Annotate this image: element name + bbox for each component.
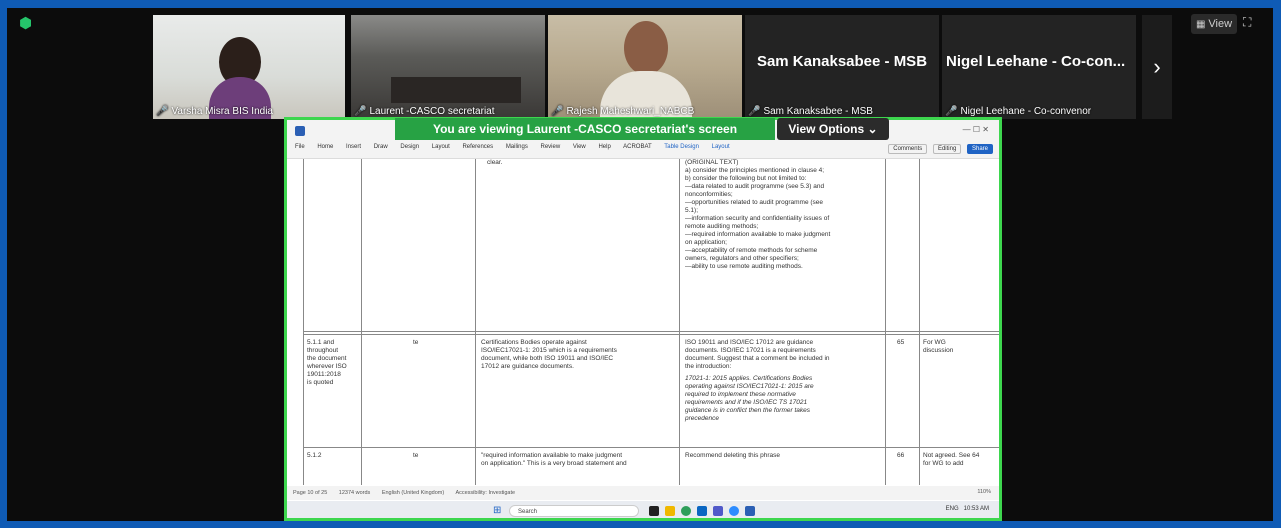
table-cell: Recommend deleting this phrase (685, 452, 781, 459)
muted-mic-icon: 🎤 (551, 106, 564, 117)
security-shield-icon[interactable]: ⬢ (19, 16, 33, 32)
table-cell: 66 (897, 452, 905, 459)
zoom-window: ⬢ ▦ View ⛶ 🎤 Varsha Misra BIS India 🎤 Laure… (7, 8, 1273, 521)
editing-button[interactable]: Editing (932, 144, 962, 154)
word-icon[interactable] (745, 506, 755, 516)
share-button[interactable]: Share (966, 144, 993, 154)
system-tray[interactable]: ENG 10:53 AM (946, 506, 989, 512)
table-cell: "required information available to make … (481, 452, 627, 467)
muted-mic-icon: 🎤 (354, 106, 367, 117)
table-border (303, 159, 304, 485)
grid-icon: ▦ (1195, 19, 1206, 30)
page-count: Page 10 of 25 (293, 490, 328, 496)
fullscreen-icon[interactable]: ⛶ (1243, 15, 1263, 33)
word-app-icon (295, 126, 305, 136)
muted-mic-icon: 🎤 (748, 106, 761, 117)
tab-table-design[interactable]: Table Design (664, 144, 699, 150)
table-cell: 65 (897, 339, 905, 346)
document-page[interactable]: clear. (ORIGINAL TEXT) a) consider the p… (287, 159, 999, 485)
tab-references[interactable]: References (462, 144, 493, 150)
shared-screen: — ☐ ✕ File Home Insert Draw Design Layou… (284, 117, 1002, 521)
tab-draw[interactable]: Draw (374, 144, 388, 150)
tab-file[interactable]: File (295, 144, 305, 150)
table-cell: te (413, 339, 419, 346)
table-cell: For WG discussion (923, 339, 954, 354)
zoom-level[interactable]: 110% (977, 489, 991, 495)
table-border (303, 331, 999, 332)
tab-table-layout[interactable]: Layout (712, 144, 730, 150)
tab-acrobat[interactable]: ACROBAT (623, 144, 652, 150)
tab-layout[interactable]: Layout (432, 144, 450, 150)
table-cell: Certifications Bodies operate against IS… (481, 339, 617, 370)
participant-video (624, 21, 668, 75)
participant-tile-3[interactable]: 🎤 Rajesh Maheshwari_NABCB (548, 15, 742, 119)
viewing-banner: You are viewing Laurent -CASCO secretari… (395, 118, 775, 140)
language[interactable]: English (United Kingdom) (382, 490, 444, 496)
chevron-down-icon: ⌄ (867, 122, 878, 136)
view-button[interactable]: ▦ View (1191, 14, 1237, 34)
table-border (919, 159, 920, 485)
table-border (361, 159, 362, 485)
task-view-icon[interactable] (649, 506, 659, 516)
teams-icon[interactable] (713, 506, 723, 516)
tab-insert[interactable]: Insert (346, 144, 361, 150)
table-border (679, 159, 680, 485)
participant-tile-1[interactable]: 🎤 Varsha Misra BIS India (153, 15, 345, 119)
word-count: 12374 words (338, 490, 371, 496)
tab-view[interactable]: View (573, 144, 586, 150)
table-border (885, 159, 886, 485)
ribbon-tabs: File Home Insert Draw Design Layout Refe… (295, 144, 741, 150)
window-controls-icon[interactable]: — ☐ ✕ (963, 125, 989, 134)
tab-review[interactable]: Review (541, 144, 561, 150)
participant-tile-5[interactable]: Nigel Leehane - Co-con... 🎤 Nigel Leehane… (942, 15, 1136, 119)
muted-mic-icon: 🎤 (945, 106, 958, 117)
table-border (303, 334, 999, 335)
table-cell: te (413, 452, 419, 459)
table-cell: Not agreed. See 64 for WG to add (923, 452, 980, 467)
view-options-button[interactable]: View Options ⌄ (777, 118, 889, 140)
participant-name: Sam Kanaksabee - MSB (756, 53, 928, 70)
participant-tile-2[interactable]: 🎤 Laurent -CASCO secretariat (351, 15, 545, 119)
word-status-bar: Page 10 of 25 12374 words English (Unite… (287, 486, 999, 500)
comments-button[interactable]: Comments (888, 144, 928, 154)
table-cell: clear. (487, 159, 503, 166)
tab-mailings[interactable]: Mailings (506, 144, 528, 150)
word-ribbon: File Home Insert Draw Design Layout Refe… (287, 142, 999, 159)
windows-taskbar: ⊞ Search ENG 10:53 AM (287, 501, 999, 518)
file-explorer-icon[interactable] (665, 506, 675, 516)
table-cell: (ORIGINAL TEXT) a) consider the principl… (685, 159, 831, 270)
table-cell: 5.1.1 and throughout the document wherev… (307, 339, 347, 386)
conference-table (391, 77, 521, 103)
tab-help[interactable]: Help (598, 144, 610, 150)
tab-design[interactable]: Design (400, 144, 419, 150)
accessibility[interactable]: Accessibility: Investigate (455, 490, 515, 496)
edge-icon[interactable] (681, 506, 691, 516)
tab-home[interactable]: Home (317, 144, 333, 150)
zoom-icon[interactable] (729, 506, 739, 516)
outlook-icon[interactable] (697, 506, 707, 516)
windows-start-icon[interactable]: ⊞ (493, 506, 503, 516)
table-cell: 5.1.2 (307, 452, 322, 459)
participant-tile-4[interactable]: Sam Kanaksabee - MSB 🎤 Sam Kanaksabee - M… (745, 15, 939, 119)
muted-mic-icon: 🎤 (156, 106, 169, 117)
taskbar-search-input[interactable]: Search (509, 505, 639, 517)
table-cell: ISO 19011 and ISO/IEC 17012 are guidance… (685, 339, 830, 422)
participant-name: Nigel Leehane - Co-con... (946, 53, 1126, 70)
table-border (475, 159, 476, 485)
next-page-arrow-icon[interactable]: › (1142, 15, 1172, 119)
table-border (303, 447, 999, 448)
